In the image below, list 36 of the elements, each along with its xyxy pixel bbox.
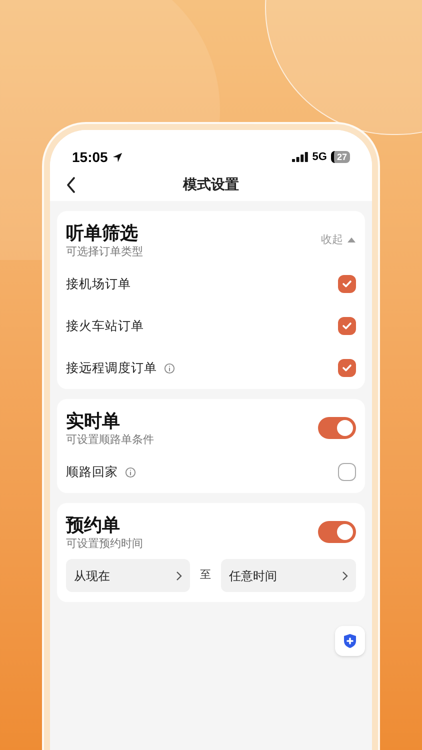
check-icon <box>342 364 352 372</box>
check-icon <box>342 322 352 330</box>
checkbox[interactable] <box>338 275 356 293</box>
network-label: 5G <box>312 150 327 165</box>
checkbox[interactable] <box>338 359 356 377</box>
toggle-switch[interactable] <box>318 417 356 439</box>
chevron-right-icon <box>342 570 348 580</box>
status-time: 15:05 <box>72 148 108 166</box>
signal-icon <box>292 152 308 162</box>
toggle-switch[interactable] <box>318 521 356 543</box>
section-subtitle: 可选择订单类型 <box>66 245 143 259</box>
section-title: 听单筛选 <box>66 222 139 245</box>
range-separator: 至 <box>199 568 212 584</box>
option-label: 接机场订单 <box>66 276 131 293</box>
section-title: 实时单 <box>66 410 121 433</box>
checkbox[interactable] <box>338 463 356 481</box>
option-label: 顺路回家 <box>66 464 118 481</box>
caret-up-icon <box>347 237 356 243</box>
option-label: 接火车站订单 <box>66 318 144 335</box>
section-subtitle: 可设置顺路单条件 <box>66 433 154 447</box>
time-picker-button[interactable]: 任意时间 <box>221 559 356 592</box>
location-arrow-icon <box>112 152 123 162</box>
time-picker-button[interactable]: 从现在 <box>66 559 190 592</box>
page-title: 模式设置 <box>183 175 239 194</box>
info-icon[interactable] <box>164 362 175 374</box>
section-title: 预约单 <box>66 514 121 537</box>
back-icon[interactable] <box>66 176 76 192</box>
check-icon <box>342 280 352 288</box>
safety-shield-button[interactable] <box>335 626 365 656</box>
checkbox[interactable] <box>338 317 356 335</box>
chevron-right-icon <box>176 570 182 580</box>
info-icon[interactable] <box>125 466 136 478</box>
battery-indicator: 27 <box>330 151 350 163</box>
option-label: 接远程调度订单 <box>66 360 157 377</box>
section-subtitle: 可设置预约时间 <box>66 537 143 551</box>
shield-icon <box>343 633 357 649</box>
